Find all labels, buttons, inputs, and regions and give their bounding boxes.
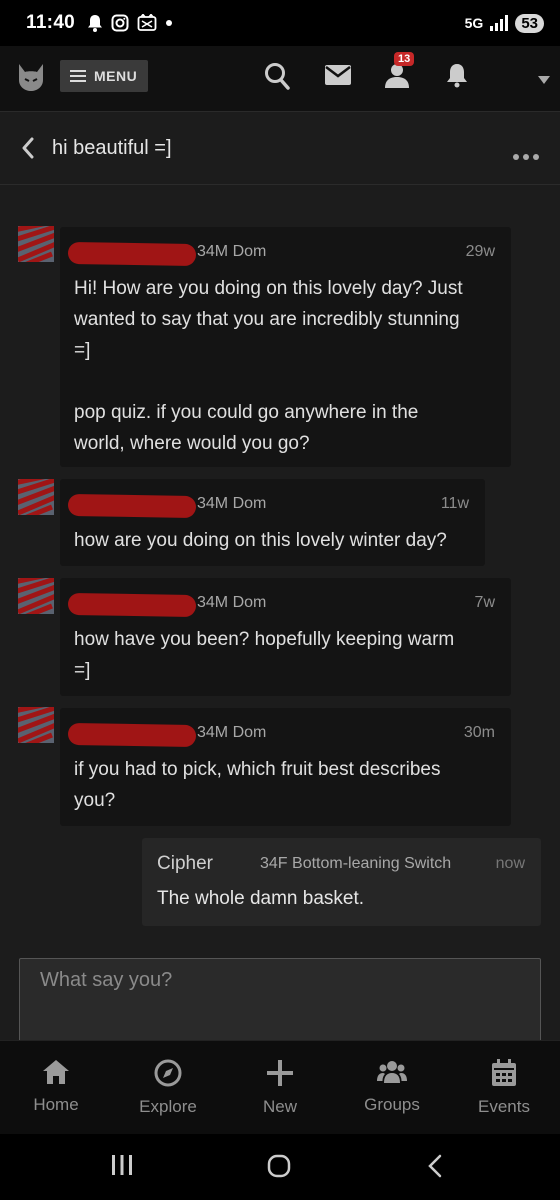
signal-icon bbox=[489, 15, 509, 31]
instagram-icon bbox=[111, 14, 129, 32]
alarm-bell-icon bbox=[87, 14, 103, 32]
my-meta: 34F Bottom-leaning Switch bbox=[260, 855, 452, 872]
sender-meta: 34M Dom bbox=[197, 495, 267, 512]
friend-requests-icon[interactable] bbox=[384, 62, 410, 93]
sender-avatar[interactable] bbox=[18, 707, 54, 743]
message-text: Hi! How are you doing on this lovely day… bbox=[74, 278, 463, 454]
bottom-nav-label: Groups bbox=[364, 1095, 420, 1114]
compass-icon bbox=[154, 1059, 182, 1087]
mail-icon[interactable] bbox=[325, 65, 351, 90]
my-message-text: The whole damn basket. bbox=[157, 888, 365, 909]
message-bubble: 34M Dom 11w how are you doing on this lo… bbox=[60, 479, 485, 566]
message-text: how have you been? hopefully keeping war… bbox=[74, 629, 455, 681]
reply-box bbox=[19, 958, 541, 1042]
my-message-bubble: Cipher 34F Bottom-leaning Switch now The… bbox=[142, 838, 541, 926]
my-message-time: now bbox=[495, 855, 525, 872]
sender-meta: 34M Dom bbox=[197, 724, 267, 741]
menu-label: MENU bbox=[94, 68, 138, 84]
network-type: 5G bbox=[464, 15, 484, 31]
redacted-sender-name bbox=[67, 592, 197, 618]
message-bubble: 34M Dom 29w Hi! How are you doing on thi… bbox=[60, 227, 511, 467]
message-text: if you had to pick, which fruit best des… bbox=[74, 759, 441, 811]
conversation-header: hi beautiful =] bbox=[0, 113, 560, 185]
status-time: 11:40 bbox=[26, 12, 76, 33]
status-bar: 11:40 5G 53 bbox=[0, 0, 560, 46]
home-icon bbox=[43, 1060, 69, 1084]
notifications-bell-icon[interactable] bbox=[445, 62, 469, 93]
chevron-down-icon[interactable] bbox=[538, 71, 550, 89]
bottom-nav-label: Events bbox=[478, 1097, 530, 1116]
message-bubble: 34M Dom 30m if you had to pick, which fr… bbox=[60, 708, 511, 826]
redacted-sender-name bbox=[67, 241, 197, 267]
sender-avatar[interactable] bbox=[18, 226, 54, 262]
sender-meta: 34M Dom bbox=[197, 594, 267, 611]
sender-avatar[interactable] bbox=[18, 479, 54, 515]
message-bubble: 34M Dom 7w how have you been? hopefully … bbox=[60, 578, 511, 696]
bottom-nav-label: Home bbox=[33, 1095, 79, 1114]
message-text: how are you doing on this lovely winter … bbox=[74, 530, 447, 551]
recent-apps-icon[interactable] bbox=[111, 1154, 133, 1181]
redaction-scribble-icon bbox=[18, 226, 54, 262]
sender-meta: 34M Dom bbox=[197, 243, 267, 260]
dot-icon bbox=[165, 19, 173, 27]
bottom-nav-label: Explore bbox=[139, 1097, 197, 1116]
bottom-nav-new[interactable]: New bbox=[224, 1041, 336, 1134]
bottom-nav-events[interactable]: Events bbox=[448, 1041, 560, 1134]
message-time: 30m bbox=[463, 724, 495, 741]
sender-avatar[interactable] bbox=[18, 578, 54, 614]
fetlife-logo-icon[interactable] bbox=[16, 62, 46, 97]
hamburger-icon bbox=[70, 70, 86, 82]
redaction-scribble-icon bbox=[18, 578, 54, 614]
more-options-icon[interactable] bbox=[513, 147, 539, 165]
system-nav-bar bbox=[0, 1134, 560, 1200]
message-time: 29w bbox=[465, 243, 495, 260]
redacted-sender-name bbox=[67, 493, 197, 519]
menu-button[interactable]: MENU bbox=[60, 60, 148, 92]
fetlife-app-icon bbox=[137, 14, 157, 32]
bottom-nav-label: New bbox=[262, 1097, 297, 1116]
notification-count-badge: 13 bbox=[394, 52, 415, 66]
search-icon[interactable] bbox=[264, 62, 290, 95]
plus-icon bbox=[267, 1060, 293, 1086]
battery-indicator: 53 bbox=[515, 13, 544, 33]
conversation-title: hi beautiful =] bbox=[52, 137, 172, 159]
message-time: 11w bbox=[440, 495, 469, 512]
top-nav: MENU 13 bbox=[0, 46, 560, 112]
calendar-icon bbox=[492, 1059, 516, 1086]
home-circle-icon[interactable] bbox=[267, 1154, 291, 1183]
bottom-nav-home[interactable]: Home bbox=[0, 1041, 112, 1134]
message-time: 7w bbox=[474, 594, 495, 611]
redacted-sender-name bbox=[67, 722, 197, 748]
redaction-scribble-icon bbox=[18, 707, 54, 743]
reply-input[interactable] bbox=[20, 959, 540, 1041]
groups-icon bbox=[377, 1061, 407, 1083]
bottom-nav: Home Explore New Groups Events bbox=[0, 1040, 560, 1134]
bottom-nav-explore[interactable]: Explore bbox=[112, 1041, 224, 1134]
redaction-scribble-icon bbox=[18, 479, 54, 515]
my-name: Cipher bbox=[157, 853, 213, 874]
back-icon[interactable] bbox=[427, 1154, 443, 1183]
back-chevron-icon[interactable] bbox=[20, 137, 36, 164]
bottom-nav-groups[interactable]: Groups bbox=[336, 1041, 448, 1134]
